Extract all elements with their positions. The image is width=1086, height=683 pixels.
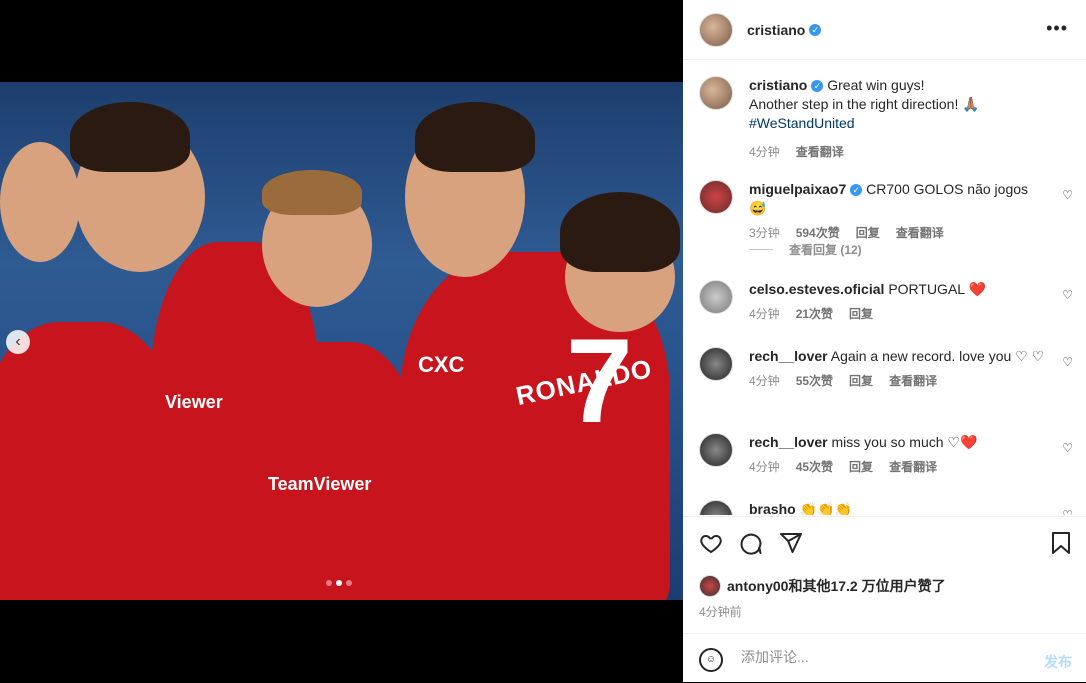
heart-icon[interactable]: ♡ (1062, 188, 1073, 202)
sponsor-text: TeamViewer (268, 474, 372, 494)
translate-link[interactable]: 查看翻译 (896, 224, 944, 243)
author-avatar[interactable] (699, 76, 733, 110)
player-shape (560, 192, 680, 272)
caption-time[interactable]: 4分钟 (749, 143, 780, 162)
comment-username[interactable]: rech__lover (749, 348, 828, 364)
comment-username[interactable]: rech__lover (749, 434, 828, 450)
commenter-avatar[interactable] (699, 280, 733, 314)
view-replies[interactable]: 查看回复 (12) (749, 241, 862, 258)
comment-time[interactable]: 4分钟 (749, 458, 780, 477)
post-media: RONALDO 7 Viewer TeamViewer CXC ‹ (0, 0, 683, 682)
carousel-dot (326, 580, 332, 586)
post-photo[interactable]: RONALDO 7 Viewer TeamViewer CXC (0, 82, 683, 600)
verified-icon: ✓ (811, 80, 824, 93)
reply-button[interactable]: 回复 (849, 305, 873, 324)
liker-username[interactable]: antony00 (727, 578, 788, 594)
like-heart-icon[interactable] (699, 531, 723, 561)
heart-icon[interactable]: ♡ (1062, 288, 1073, 302)
liker-avatar (699, 575, 721, 597)
comment-text: 👏👏👏 (799, 501, 852, 515)
carousel-dot (346, 580, 352, 586)
comment-time[interactable]: 4分钟 (749, 372, 780, 391)
verified-icon: ✓ (850, 184, 863, 197)
share-icon[interactable] (779, 531, 803, 561)
sponsor-text: Viewer (165, 392, 223, 412)
emoji-icon[interactable]: ☺ (699, 648, 723, 672)
caption-username[interactable]: cristiano (749, 77, 807, 93)
prev-slide-button[interactable]: ‹ (6, 330, 30, 354)
player-shape (415, 102, 535, 172)
commenter-avatar[interactable] (699, 180, 733, 214)
sponsor-text: CXC (418, 352, 465, 377)
author-username[interactable]: cristiano (747, 22, 805, 38)
heart-icon[interactable]: ♡ (1062, 355, 1073, 369)
comment-text: Again a new record. love you ♡ ♡ (830, 348, 1045, 364)
view-replies-label[interactable]: 查看回复 (12) (789, 241, 862, 258)
translate-link[interactable]: 查看翻译 (889, 372, 937, 391)
verified-icon: ✓ (809, 23, 822, 36)
comment-username[interactable]: miguelpaixao7 (749, 181, 846, 197)
translate-link[interactable]: 查看翻译 (796, 143, 844, 162)
post-panel: cristiano ✓ ••• cristiano ✓ Great win guy… (683, 0, 1086, 682)
comment-input[interactable] (739, 648, 1023, 666)
reply-button[interactable]: 回复 (849, 372, 873, 391)
comment-icon[interactable] (739, 531, 763, 561)
caption-line2: Another step in the right direction! 🙏🏽 (749, 96, 980, 112)
translate-link[interactable]: 查看翻译 (889, 458, 937, 477)
likes-summary[interactable]: antony00 和其他17.2 万位用户赞了 (699, 575, 946, 597)
carousel-dot-active (336, 580, 342, 586)
more-horizontal-icon[interactable]: ••• (1046, 18, 1068, 39)
player-shape (70, 102, 190, 172)
commenter-avatar[interactable] (699, 433, 733, 467)
comment-likes[interactable]: 21次赞 (796, 305, 833, 324)
post-time[interactable]: 4分钟前 (699, 603, 742, 620)
author-avatar[interactable] (699, 12, 733, 47)
comments-list: cristiano ✓ Great win guys! Another step … (683, 60, 1086, 515)
divider (749, 249, 773, 250)
comment-text: miss you so much ♡❤️ (831, 434, 978, 450)
caption-hashtag[interactable]: #WeStandUnited (749, 114, 1049, 133)
heart-icon[interactable]: ♡ (1062, 441, 1073, 455)
likes-text[interactable]: 和其他17.2 万位用户赞了 (788, 576, 945, 596)
bookmark-icon[interactable] (1050, 531, 1072, 561)
shirt-number: 7 (566, 314, 633, 448)
post-header: cristiano ✓ ••• (683, 0, 1086, 60)
comment-username[interactable]: brasho (749, 501, 796, 515)
comment-username[interactable]: celso.esteves.oficial (749, 281, 884, 297)
caption-line1: Great win guys! (827, 77, 925, 93)
reply-button[interactable]: 回复 (849, 458, 873, 477)
add-comment-bar: ☺ 发布 (683, 633, 1086, 683)
comment-likes[interactable]: 45次赞 (796, 458, 833, 477)
comment-text: PORTUGAL ❤️ (888, 281, 986, 297)
carousel-dots (326, 580, 352, 586)
player-shape (245, 342, 420, 600)
commenter-avatar[interactable] (699, 500, 733, 515)
heart-icon[interactable]: ♡ (1062, 508, 1073, 515)
commenter-avatar[interactable] (699, 347, 733, 381)
post-comment-button[interactable]: 发布 (1044, 652, 1072, 672)
player-shape (0, 142, 80, 262)
comment-time[interactable]: 4分钟 (749, 305, 780, 324)
player-shape (262, 170, 362, 215)
post-actions: antony00 和其他17.2 万位用户赞了 4分钟前 (683, 516, 1086, 634)
comment-likes[interactable]: 55次赞 (796, 372, 833, 391)
